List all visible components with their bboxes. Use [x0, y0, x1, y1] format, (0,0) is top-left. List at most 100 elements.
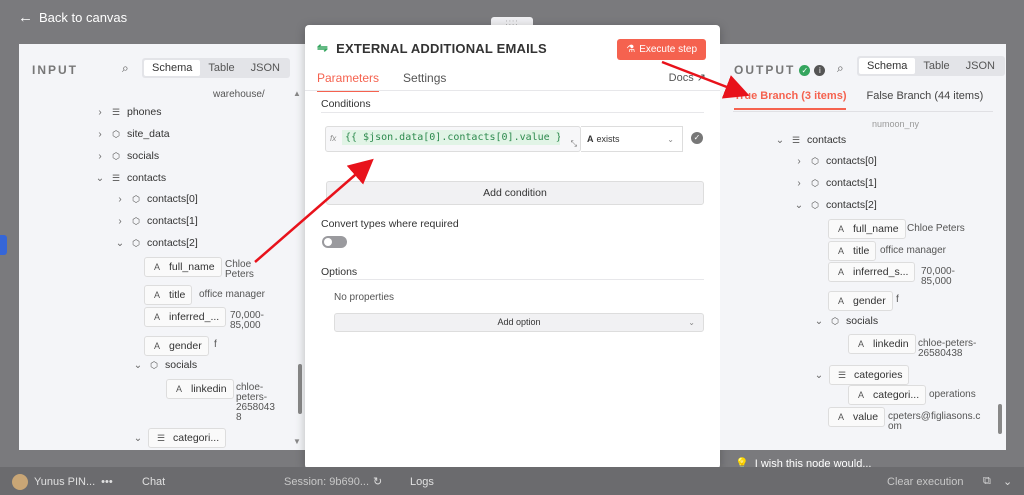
info-icon[interactable]: i — [814, 64, 826, 76]
search-icon[interactable]: ⌕ — [122, 61, 129, 76]
field-pill[interactable]: Ainferred_... — [144, 307, 227, 327]
tree-node-label: socials — [846, 315, 879, 327]
more-icon[interactable]: ••• — [101, 476, 113, 488]
out-tree-node-socials[interactable]: ⌄ ⬡ socials — [814, 315, 878, 327]
out-field-inferred[interactable]: Ainferred_s... — [828, 262, 916, 282]
field-full-name[interactable]: Afull_name — [144, 257, 222, 277]
field-pill[interactable]: ☰ categori... — [148, 428, 227, 448]
collapse-down-icon[interactable]: ▼ — [293, 437, 301, 446]
out-field-title[interactable]: Atitle — [828, 241, 877, 261]
tab-settings[interactable]: Settings — [403, 71, 446, 92]
tab-parameters[interactable]: Parameters — [317, 71, 380, 92]
string-type-icon: A — [837, 296, 844, 306]
out-tree-node-contacts-0[interactable]: › ⬡ contacts[0] — [794, 155, 876, 167]
list-type-icon: ☰ — [111, 106, 121, 117]
list-type-icon: ☰ — [791, 134, 801, 145]
docs-link[interactable]: Docs ↗ — [669, 71, 706, 84]
out-field-full-name[interactable]: Afull_name — [828, 219, 906, 239]
field-linkedin[interactable]: Alinkedin — [166, 379, 234, 399]
field-gender[interactable]: Agender — [144, 336, 209, 356]
success-check-icon: ✓ — [799, 64, 811, 76]
tree-node-categories[interactable]: ⌄ ☰ categori... — [133, 428, 227, 448]
chevron-right-icon: › — [118, 215, 122, 227]
field-pill[interactable]: Alinkedin — [166, 379, 234, 399]
chat-tab[interactable]: Chat — [142, 476, 165, 488]
output-view-table-tab[interactable]: Table — [915, 58, 957, 74]
output-view-json-tab[interactable]: JSON — [958, 58, 1003, 74]
tab-false-branch[interactable]: False Branch (44 items) — [866, 90, 983, 110]
tree-node-contacts-1[interactable]: › ⬡ contacts[1] — [115, 215, 197, 227]
collapse-up-icon[interactable]: ▲ — [293, 89, 301, 98]
field-pill[interactable]: Ainferred_s... — [828, 262, 916, 282]
field-pill[interactable]: Atitle — [144, 285, 193, 305]
field-pill[interactable]: Atitle — [828, 241, 877, 261]
node-title[interactable]: EXTERNAL ADDITIONAL EMAILS — [336, 41, 547, 56]
object-type-icon: ⬡ — [831, 315, 839, 326]
input-view-switch: Schema Table JSON — [142, 58, 290, 78]
tree-node-socials-nested[interactable]: ⌄ ⬡ socials — [133, 359, 197, 371]
string-type-icon: A — [837, 246, 844, 256]
logs-tab[interactable]: Logs — [410, 476, 434, 488]
tree-node-contacts-0[interactable]: › ⬡ contacts[0] — [115, 193, 198, 205]
condition-expression-field[interactable]: fx {{ $json.data[0].contacts[0].value }}… — [325, 126, 581, 152]
object-type-icon: ⬡ — [811, 155, 819, 166]
out-field-gender[interactable]: Agender — [828, 291, 893, 311]
out-field-value[interactable]: Avalue — [828, 407, 886, 427]
out-tree-node-contacts-2[interactable]: ⌄ ⬡ contacts[2] — [794, 199, 877, 211]
field-pill[interactable]: Afull_name — [828, 219, 906, 239]
output-scrollbar[interactable] — [998, 404, 1002, 434]
field-title[interactable]: Atitle — [144, 285, 193, 305]
input-view-schema-tab[interactable]: Schema — [144, 60, 201, 76]
canvas-side-tab[interactable] — [0, 235, 7, 255]
input-scrollbar[interactable] — [298, 364, 302, 414]
copy-icon[interactable]: ⧉ — [983, 475, 991, 488]
back-to-canvas-button[interactable]: ← Back to canvas — [18, 9, 127, 26]
condition-expression[interactable]: {{ $json.data[0].contacts[0].value }} — [342, 130, 560, 145]
chevron-right-icon: › — [797, 155, 801, 167]
out-field-category-item[interactable]: Acategori... — [848, 385, 927, 405]
refresh-icon[interactable]: ↻ — [373, 475, 382, 488]
user-menu[interactable]: Yunus PIN... ••• — [12, 474, 113, 490]
collapse-icon[interactable]: ⌄ — [1003, 475, 1012, 488]
chevron-down-icon: ⌄ — [814, 369, 824, 381]
condition-operator-select[interactable]: A exists ⌄ — [581, 126, 683, 152]
tab-true-branch[interactable]: True Branch (3 items) — [734, 90, 847, 110]
out-tree-node-contacts[interactable]: ⌄ ☰ contacts — [775, 134, 846, 146]
field-inferred[interactable]: Ainferred_... — [144, 307, 227, 327]
search-icon[interactable]: ⌕ — [837, 61, 844, 76]
field-pill[interactable]: Agender — [828, 291, 893, 311]
tree-node-site-data[interactable]: › ⬡ site_data — [95, 128, 169, 140]
field-value: chloe-peters- 26580438 — [918, 338, 977, 359]
user-name: Yunus PIN... — [34, 476, 96, 488]
input-view-json-tab[interactable]: JSON — [243, 60, 288, 76]
out-tree-node-contacts-1[interactable]: › ⬡ contacts[1] — [794, 177, 876, 189]
expand-icon[interactable]: ⤡ — [571, 139, 577, 149]
field-pill[interactable]: ☰ categories — [829, 365, 910, 385]
tree-node-label: contacts[0] — [147, 193, 198, 205]
execute-step-button[interactable]: ⚗ Execute step — [617, 39, 706, 60]
field-pill[interactable]: Avalue — [828, 407, 886, 427]
field-label: full_name — [169, 261, 215, 273]
field-pill[interactable]: Alinkedin — [848, 334, 916, 354]
add-option-select[interactable]: Add option ⌄ — [334, 313, 704, 332]
field-pill[interactable]: Acategori... — [848, 385, 927, 405]
convert-types-toggle[interactable] — [322, 236, 347, 248]
field-label: full_name — [853, 223, 899, 235]
toggle-knob — [324, 238, 332, 246]
out-tree-node-categories[interactable]: ⌄ ☰ categories — [814, 365, 910, 385]
chevron-right-icon: › — [118, 193, 122, 205]
input-view-table-tab[interactable]: Table — [200, 60, 242, 76]
tree-node-contacts-2[interactable]: ⌄ ⬡ contacts[2] — [115, 237, 198, 249]
string-type-icon: A — [175, 384, 182, 394]
field-pill[interactable]: Agender — [144, 336, 209, 356]
output-view-schema-tab[interactable]: Schema — [859, 58, 916, 74]
add-condition-button[interactable]: Add condition — [326, 181, 704, 205]
out-field-linkedin[interactable]: Alinkedin — [848, 334, 916, 354]
field-label: title — [853, 245, 870, 257]
clear-execution-button[interactable]: Clear execution — [887, 476, 963, 488]
list-type-icon: ☰ — [111, 172, 121, 183]
tree-node-contacts[interactable]: ⌄ ☰ contacts — [95, 172, 166, 184]
tree-node-socials[interactable]: › ⬡ socials — [95, 150, 159, 162]
field-pill[interactable]: Afull_name — [144, 257, 222, 277]
tree-node-phones[interactable]: › ☰ phones — [95, 106, 161, 118]
